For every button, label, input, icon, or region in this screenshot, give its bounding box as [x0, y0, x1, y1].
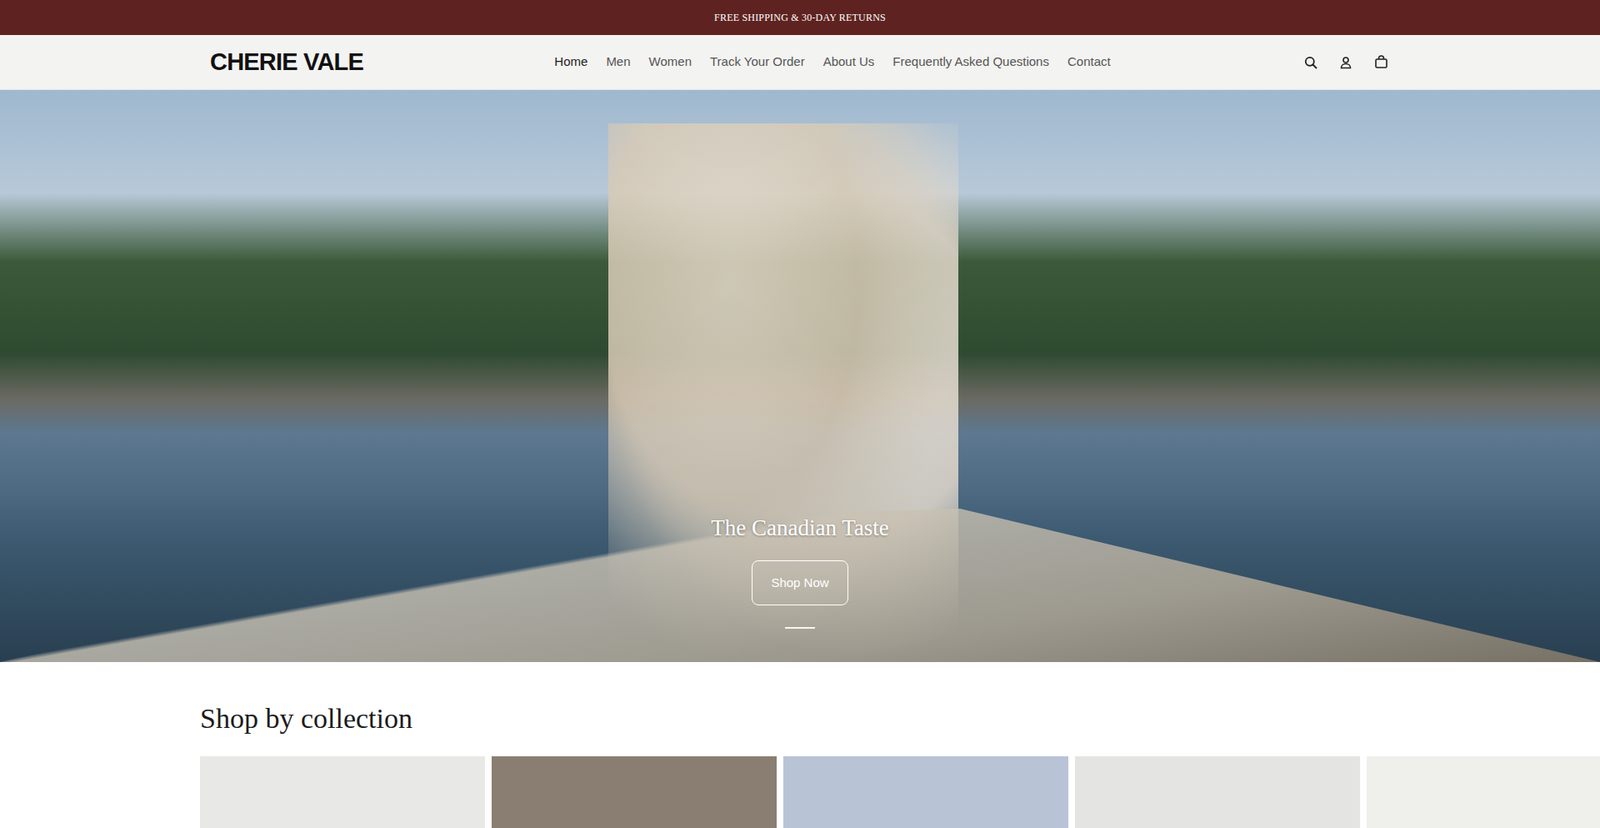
main-nav: HomeMenWomenTrack Your OrderAbout UsFreq… [546, 49, 1118, 75]
nav-link[interactable]: Men [598, 49, 638, 75]
collection-card[interactable] [1366, 755, 1600, 828]
nav-link[interactable]: Contact [1060, 49, 1119, 75]
logo[interactable]: CHERIE VALE [210, 44, 364, 81]
cart-icon[interactable] [1371, 53, 1390, 72]
collection-card[interactable] [200, 755, 485, 828]
collection-card[interactable] [783, 755, 1069, 828]
nav-link[interactable]: About Us [815, 49, 883, 75]
announcement-text: FREE SHIPPING & 30-DAY RETURNS [714, 10, 886, 25]
slide-indicator[interactable] [785, 626, 815, 629]
nav-link[interactable]: Frequently Asked Questions [885, 49, 1057, 75]
collections-section: Shop by collection [0, 701, 1600, 828]
announcement-bar: FREE SHIPPING & 30-DAY RETURNS [0, 0, 1600, 35]
nav-link[interactable]: Track Your Order [702, 49, 813, 75]
collection-list [0, 755, 1600, 828]
search-icon[interactable] [1301, 53, 1320, 72]
account-icon[interactable] [1336, 53, 1355, 72]
slide-indicators [785, 626, 815, 629]
site-header: CHERIE VALE HomeMenWomenTrack Your Order… [0, 35, 1600, 90]
hero-banner: The Canadian Taste Shop Now [0, 90, 1600, 662]
nav-link[interactable]: Women [641, 49, 700, 75]
collection-card[interactable] [1075, 755, 1360, 828]
header-actions [1301, 53, 1390, 72]
nav-link[interactable]: Home [546, 49, 595, 75]
shop-now-button[interactable]: Shop Now [751, 560, 848, 606]
hero-title: The Canadian Taste [710, 514, 890, 541]
section-title: Shop by collection [200, 701, 1400, 736]
collection-card[interactable] [491, 755, 777, 828]
